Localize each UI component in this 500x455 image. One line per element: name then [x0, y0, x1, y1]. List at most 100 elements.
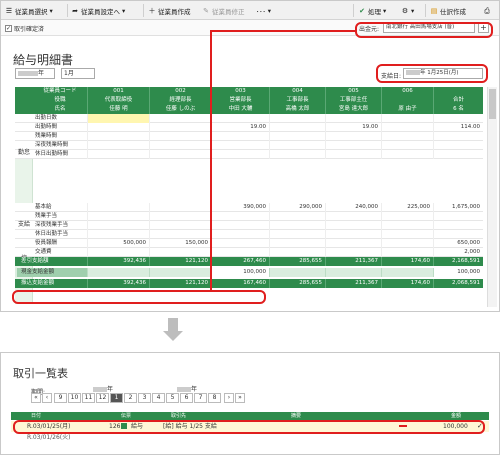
- month-button[interactable]: 9: [54, 393, 67, 403]
- month-button[interactable]: 2: [124, 393, 137, 403]
- journal-create-button[interactable]: ▤ 仕訳作成: [430, 4, 466, 17]
- payment-row[interactable]: 基本給 390,000 290,000 240,000 225,000 1,675,000: [15, 203, 483, 212]
- value-cell[interactable]: [381, 132, 433, 141]
- value-cell[interactable]: 211,367: [325, 279, 381, 288]
- print-button[interactable]: ⎙: [483, 4, 491, 17]
- month-button[interactable]: 11: [82, 393, 95, 403]
- employee-settings-button[interactable]: ➦ 従業員設定へ ▾: [71, 4, 125, 17]
- employee-select-button[interactable]: ☰ 従業員選択 ▾: [5, 4, 53, 17]
- payment-row[interactable]: 休日出勤手当: [15, 230, 483, 239]
- vertical-scrollbar[interactable]: [487, 87, 497, 307]
- value-cell[interactable]: 285,655: [269, 257, 325, 266]
- value-cell[interactable]: [381, 268, 433, 277]
- value-cell[interactable]: [149, 141, 211, 150]
- value-cell[interactable]: [87, 203, 149, 212]
- payment-total-row[interactable]: 差引支給額 392,436 121,120 267,460 285,655 211,367…: [15, 257, 483, 266]
- value-cell[interactable]: 174,60: [381, 257, 433, 266]
- payment-row[interactable]: 役員報酬 500,000 150,000 650,000: [15, 239, 483, 248]
- value-cell[interactable]: 285,655: [269, 279, 325, 288]
- value-cell[interactable]: [211, 239, 269, 248]
- value-cell[interactable]: [433, 150, 483, 159]
- table-row[interactable]: R.03/01/26(火): [11, 433, 489, 442]
- value-cell[interactable]: [433, 114, 483, 123]
- value-cell[interactable]: [269, 123, 325, 132]
- value-cell[interactable]: [87, 141, 149, 150]
- month-button[interactable]: 7: [194, 393, 207, 403]
- value-cell[interactable]: [433, 230, 483, 239]
- attendance-row[interactable]: 出勤日数: [15, 114, 483, 123]
- value-cell[interactable]: [269, 248, 325, 257]
- month-button[interactable]: 8: [208, 393, 221, 403]
- value-cell[interactable]: 2,068,591: [433, 279, 483, 288]
- value-cell[interactable]: [149, 114, 211, 123]
- value-cell[interactable]: [149, 268, 211, 277]
- attendance-row[interactable]: 残業時間: [15, 132, 483, 141]
- value-cell[interactable]: 121,120: [149, 279, 211, 288]
- value-cell[interactable]: [269, 212, 325, 221]
- value-cell[interactable]: [269, 114, 325, 123]
- value-cell[interactable]: [87, 212, 149, 221]
- value-cell[interactable]: [87, 248, 149, 257]
- month-button[interactable]: 4: [152, 393, 165, 403]
- value-cell[interactable]: [149, 132, 211, 141]
- value-cell[interactable]: 211,367: [325, 257, 381, 266]
- value-cell[interactable]: [325, 141, 381, 150]
- value-cell[interactable]: [325, 132, 381, 141]
- value-cell[interactable]: [149, 248, 211, 257]
- value-cell[interactable]: [149, 230, 211, 239]
- value-cell[interactable]: [381, 141, 433, 150]
- value-cell[interactable]: [269, 268, 325, 277]
- first-page-button[interactable]: «: [31, 393, 41, 403]
- payment-row[interactable]: 交通費 2,000: [15, 248, 483, 257]
- value-cell[interactable]: 1,675,000: [433, 203, 483, 212]
- next-page-button[interactable]: ›: [224, 393, 234, 403]
- last-page-button[interactable]: »: [235, 393, 245, 403]
- payment-row[interactable]: 深夜残業手当: [15, 221, 483, 230]
- process-button[interactable]: ✔ 処理 ▾: [358, 4, 386, 17]
- confirmed-checkbox[interactable]: ✓ 取引確定済: [5, 24, 44, 33]
- value-cell[interactable]: [381, 230, 433, 239]
- value-cell[interactable]: 19.00: [211, 123, 269, 132]
- value-cell[interactable]: [325, 248, 381, 257]
- value-cell[interactable]: [211, 141, 269, 150]
- value-cell[interactable]: [325, 268, 381, 277]
- value-cell[interactable]: [87, 114, 149, 123]
- value-cell[interactable]: [211, 230, 269, 239]
- value-cell[interactable]: [87, 132, 149, 141]
- edit-employee-button[interactable]: ✎ 従業員修正: [202, 4, 244, 17]
- settings-button[interactable]: ⚙ ▾: [401, 4, 414, 17]
- value-cell[interactable]: 2,000: [433, 248, 483, 257]
- month-button[interactable]: 1: [110, 393, 123, 403]
- value-cell[interactable]: [87, 230, 149, 239]
- value-cell[interactable]: [87, 123, 149, 132]
- value-cell[interactable]: [149, 212, 211, 221]
- month-button[interactable]: 10: [68, 393, 81, 403]
- value-cell[interactable]: [149, 123, 211, 132]
- value-cell[interactable]: 240,000: [325, 203, 381, 212]
- year-select[interactable]: 年: [15, 68, 55, 79]
- value-cell[interactable]: [149, 221, 211, 230]
- month-button[interactable]: 6: [180, 393, 193, 403]
- value-cell[interactable]: [211, 221, 269, 230]
- value-cell[interactable]: 290,000: [269, 203, 325, 212]
- attendance-row[interactable]: 休日出勤時間: [15, 150, 483, 159]
- value-cell[interactable]: [325, 212, 381, 221]
- month-button[interactable]: 3: [138, 393, 151, 403]
- value-cell[interactable]: [149, 150, 211, 159]
- attendance-row[interactable]: 深夜残業時間: [15, 141, 483, 150]
- value-cell[interactable]: [433, 141, 483, 150]
- value-cell[interactable]: [325, 239, 381, 248]
- value-cell[interactable]: 500,000: [87, 239, 149, 248]
- value-cell[interactable]: [269, 230, 325, 239]
- value-cell[interactable]: [381, 150, 433, 159]
- value-cell[interactable]: [433, 221, 483, 230]
- value-cell[interactable]: [211, 114, 269, 123]
- value-cell[interactable]: [211, 132, 269, 141]
- value-cell[interactable]: [87, 150, 149, 159]
- value-cell[interactable]: 2,168,591: [433, 257, 483, 266]
- cash-payment-row[interactable]: 現金支給金額 100,000 100,000: [15, 268, 483, 277]
- value-cell[interactable]: 390,000: [211, 203, 269, 212]
- bank-transfer-row[interactable]: 振込支給金額 392,436 121,120 167,460 285,655 211,36…: [15, 279, 483, 288]
- month-select[interactable]: 1月: [61, 68, 95, 79]
- value-cell[interactable]: 392,436: [87, 257, 149, 266]
